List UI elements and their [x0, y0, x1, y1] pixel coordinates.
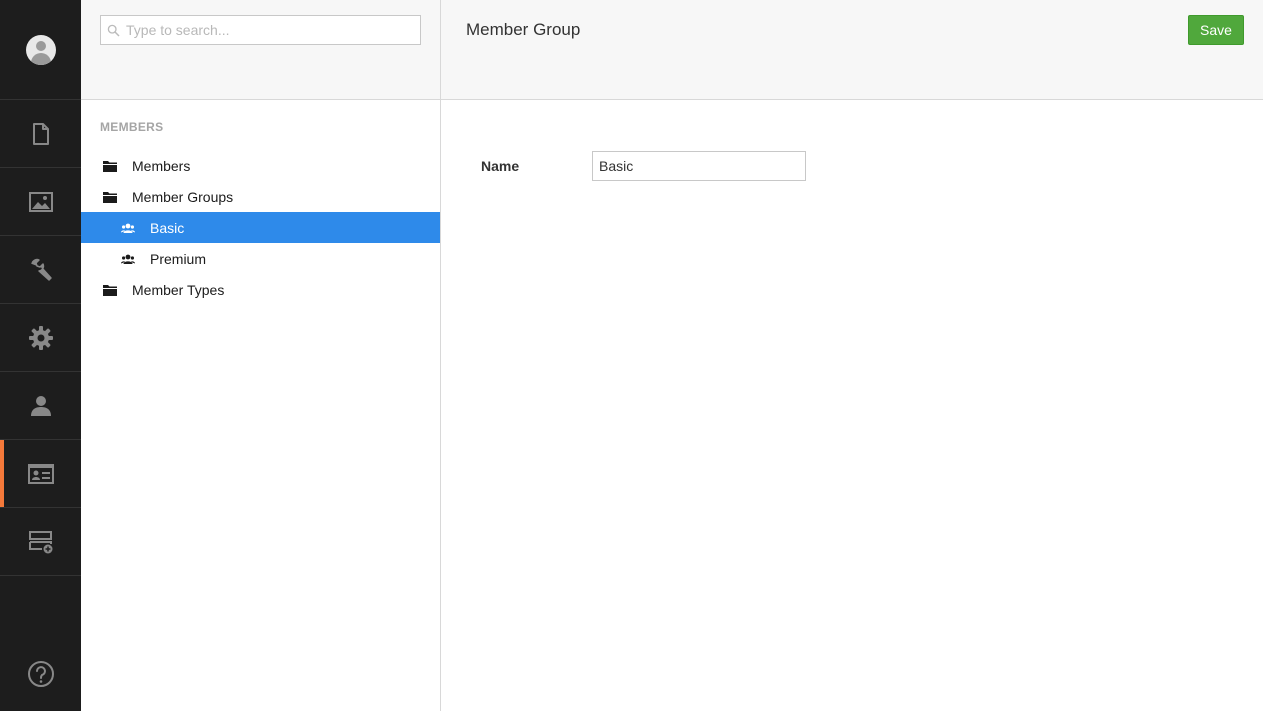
app-sidebar — [0, 0, 81, 711]
avatar-head — [35, 40, 46, 51]
tree-item-members[interactable]: Members — [81, 150, 440, 181]
name-field-row: Name — [481, 151, 806, 181]
section-users-button[interactable] — [0, 372, 81, 440]
tree-item-label: Member Groups — [132, 188, 234, 205]
name-label: Name — [481, 158, 520, 174]
users-icon — [121, 252, 135, 266]
save-button[interactable]: Save — [1188, 15, 1244, 45]
search-icon — [107, 24, 120, 37]
users-icon — [121, 221, 135, 235]
tree-header — [81, 0, 440, 100]
tree-item-basic[interactable]: Basic — [81, 212, 440, 243]
search-box — [100, 15, 421, 45]
avatar[interactable] — [25, 34, 56, 65]
help-button[interactable] — [0, 657, 81, 691]
avatar-body — [30, 52, 51, 65]
section-members-button[interactable] — [0, 440, 81, 508]
image-icon — [28, 191, 53, 212]
section-content-button[interactable] — [0, 100, 81, 168]
user-icon — [30, 395, 51, 416]
help-icon — [27, 661, 54, 687]
wrench-icon — [30, 258, 52, 281]
tree-item-label: Member Types — [132, 281, 225, 298]
page-title: Member Group — [466, 20, 581, 39]
tree-item-label: Premium — [150, 250, 207, 267]
editor-header: Member Group Save — [441, 0, 1263, 100]
folder-icon — [103, 159, 117, 173]
gear-icon — [28, 325, 53, 350]
editor-panel: Member Group Save Name — [441, 0, 1263, 711]
tree-item-member-types[interactable]: Member Types — [81, 274, 440, 305]
avatar-area — [0, 0, 81, 100]
tree-item-label: Members — [132, 157, 191, 174]
search-input[interactable] — [101, 16, 420, 44]
section-media-button[interactable] — [0, 168, 81, 236]
folder-icon — [103, 190, 117, 204]
document-icon — [32, 122, 49, 145]
id-card-icon — [27, 463, 54, 484]
member-tree: Members Member Groups Basic Premium Memb… — [81, 150, 440, 305]
name-input[interactable] — [592, 151, 806, 181]
tree-item-premium[interactable]: Premium — [81, 243, 440, 274]
section-forms-button[interactable] — [0, 508, 81, 576]
tree-panel: MEMBERS Members Member Groups — [81, 0, 441, 711]
folder-icon — [103, 283, 117, 297]
tree-item-label: Basic — [150, 219, 185, 236]
section-settings-button[interactable] — [0, 236, 81, 304]
form-add-icon — [28, 530, 52, 553]
tree-item-member-groups[interactable]: Member Groups — [81, 181, 440, 212]
section-developer-button[interactable] — [0, 304, 81, 372]
tree-root-label: MEMBERS — [100, 120, 164, 134]
